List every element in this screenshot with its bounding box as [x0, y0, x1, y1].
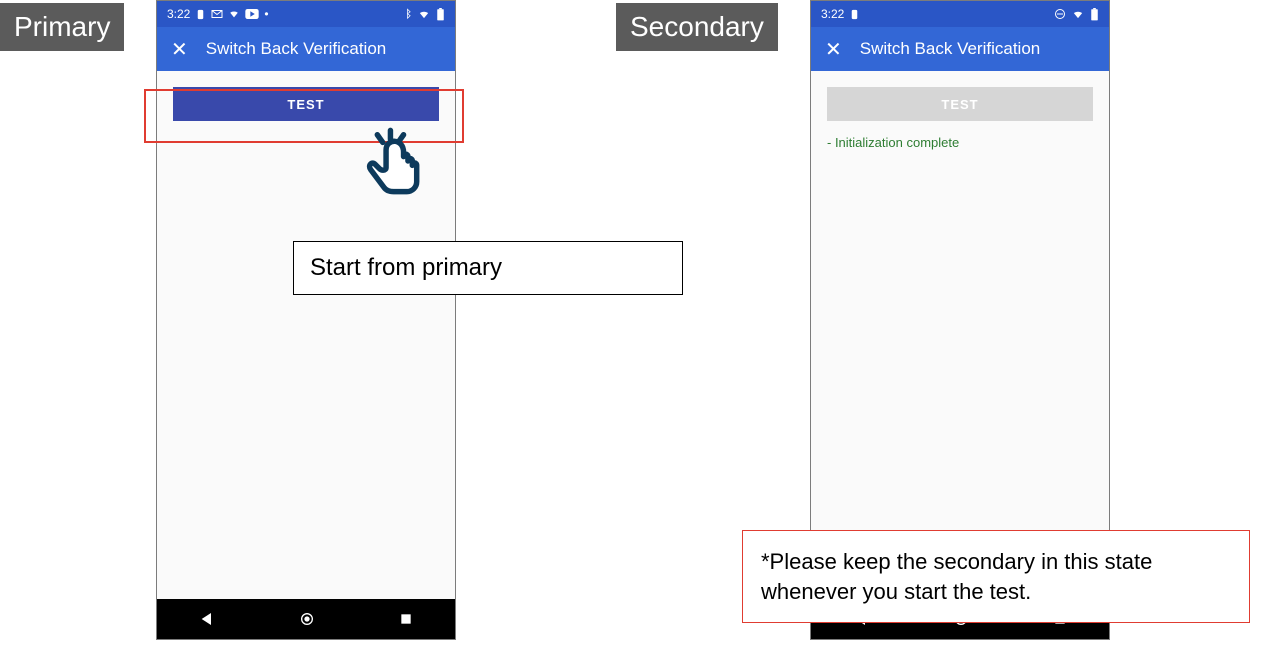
- wifi-icon: [417, 9, 431, 20]
- wifi-icon: [1071, 9, 1085, 20]
- icon-gmail: [211, 9, 223, 19]
- status-time: 3:22: [167, 7, 190, 21]
- dnd-icon: [1054, 8, 1066, 20]
- app-bar: ✕ Switch Back Verification: [157, 27, 455, 71]
- test-button-disabled: TEST: [827, 87, 1093, 121]
- close-icon[interactable]: ✕: [825, 37, 842, 62]
- appbar-title: Switch Back Verification: [860, 39, 1040, 59]
- nav-home-icon[interactable]: [299, 611, 315, 627]
- status-bar: 3:22 •: [157, 1, 455, 27]
- close-icon[interactable]: ✕: [171, 37, 188, 62]
- icon-wifi-off: [228, 9, 240, 19]
- primary-label: Primary: [0, 3, 124, 51]
- icon-youtube: [245, 9, 259, 19]
- instruction-start: Start from primary: [293, 241, 683, 295]
- instruction-note: *Please keep the secondary in this state…: [742, 530, 1250, 623]
- status-time: 3:22: [821, 7, 844, 21]
- status-text: - Initialization complete: [827, 135, 1093, 150]
- battery-icon: [1090, 8, 1099, 21]
- icon-app1: [195, 9, 206, 20]
- status-bar: 3:22: [811, 1, 1109, 27]
- appbar-title: Switch Back Verification: [206, 39, 386, 59]
- secondary-label: Secondary: [616, 3, 778, 51]
- content-area: TEST - Initialization complete: [811, 71, 1109, 599]
- status-dot-icon: •: [264, 7, 268, 21]
- nav-bar: [157, 599, 455, 639]
- bluetooth-icon: [403, 8, 412, 21]
- tap-hand-icon: [362, 126, 432, 196]
- icon-app1: [849, 9, 860, 20]
- nav-back-icon[interactable]: [199, 611, 215, 627]
- nav-recent-icon[interactable]: [399, 612, 413, 626]
- battery-icon: [436, 8, 445, 21]
- app-bar: ✕ Switch Back Verification: [811, 27, 1109, 71]
